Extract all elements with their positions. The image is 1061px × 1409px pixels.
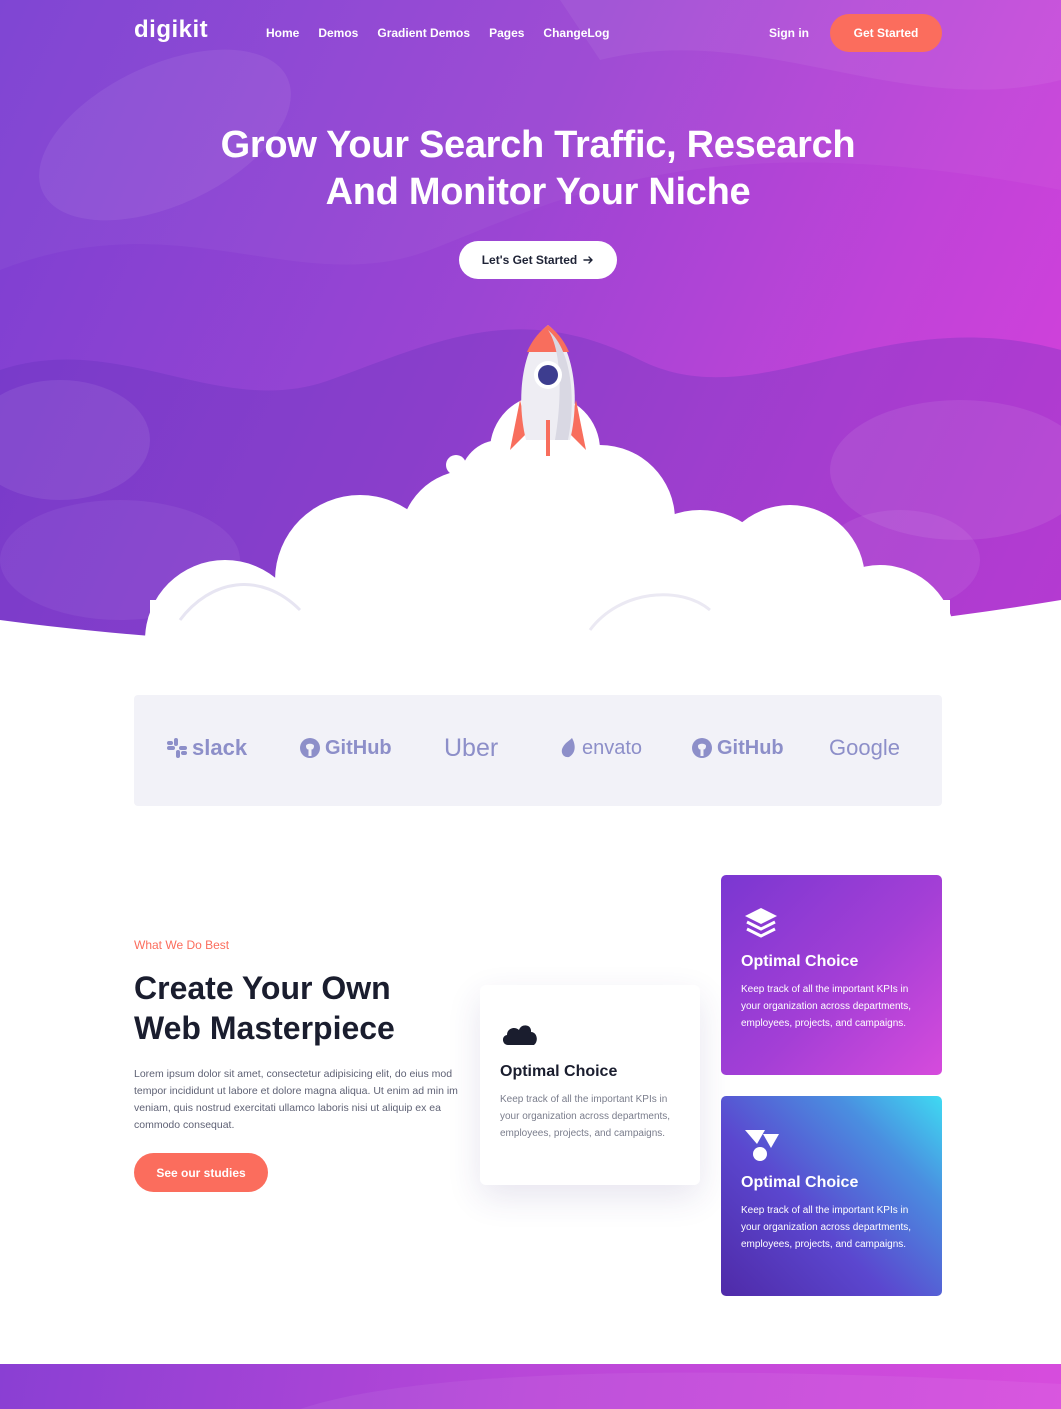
feature-card-title: Optimal Choice (741, 953, 859, 970)
brand-google: Google (829, 732, 900, 764)
feature-card-text: Keep track of all the important KPIs in … (500, 1094, 671, 1139)
feature-card-text: Keep track of all the important KPIs in … (741, 1205, 912, 1250)
hero-section: digikit Home Demos Gradient Demos Pages … (0, 0, 1061, 660)
brand-label: Uber (444, 733, 499, 762)
section-description: Lorem ipsum dolor sit amet, consectetur … (134, 1068, 458, 1131)
section-title-line2: Web Masterpiece (134, 1010, 395, 1046)
brand-uber: Uber (444, 732, 498, 764)
rocket-icon (510, 325, 586, 456)
feature-card: Optimal Choice Keep track of all the imp… (480, 985, 700, 1185)
feature-card: Optimal Choice Keep track of all the imp… (721, 875, 942, 1075)
feature-card-title: Optimal Choice (500, 1063, 618, 1080)
brand-label: envato (582, 736, 643, 759)
brand-logos-strip: slack GitHub Uber envato GitHub Google (134, 695, 942, 806)
feature-card: Optimal Choice Keep track of all the imp… (721, 1096, 942, 1296)
brand-github-2: GitHub (691, 732, 784, 764)
layers-icon (745, 908, 777, 938)
shapes-icon (745, 1130, 779, 1161)
github-icon (300, 738, 320, 758)
brand-label: GitHub (325, 736, 392, 759)
cloud-icon (502, 1025, 537, 1045)
brand-label: Google (829, 735, 900, 760)
footer-gradient-band (0, 1364, 1061, 1409)
brand-label: slack (192, 735, 248, 760)
envato-leaf-icon (561, 738, 575, 758)
brand-label: GitHub (717, 736, 784, 759)
brand-slack: slack (166, 732, 247, 764)
feature-card-text: Keep track of all the important KPIs in … (741, 984, 912, 1029)
section-title: Create Your Own Web Masterpiece (134, 968, 454, 1048)
slack-icon (167, 738, 187, 758)
github-icon (692, 738, 712, 758)
smoke-puff (446, 455, 466, 475)
feature-card-title: Optimal Choice (741, 1174, 859, 1191)
rocket-illustration (0, 325, 1061, 660)
section-title-line1: Create Your Own (134, 970, 391, 1006)
footer-decoration (300, 1372, 1061, 1409)
see-our-studies-button[interactable]: See our studies (134, 1153, 268, 1192)
brand-github: GitHub (299, 732, 392, 764)
brand-envato: envato (560, 732, 642, 764)
section-eyebrow: What We Do Best (134, 938, 230, 952)
